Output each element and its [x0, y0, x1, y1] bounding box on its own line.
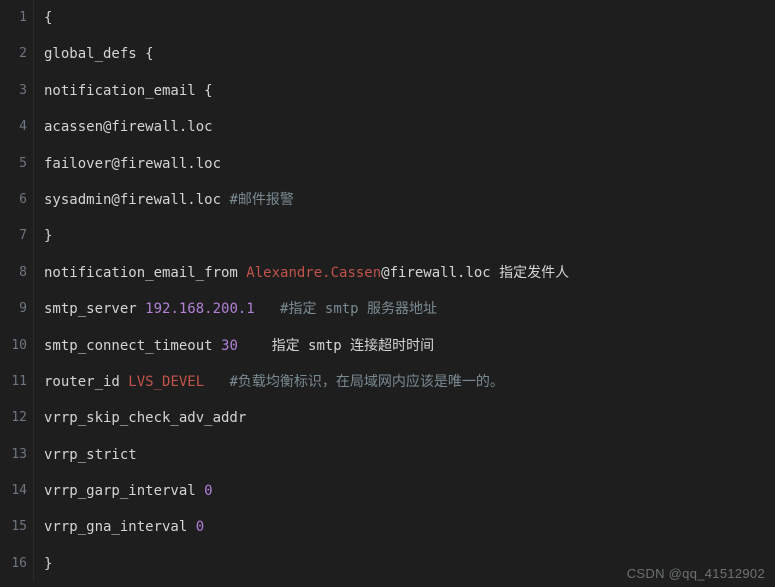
code-content[interactable]: } [34, 218, 52, 254]
token: } [44, 556, 52, 572]
token: 指定 smtp 连接超时时间 [238, 338, 434, 354]
code-content[interactable]: router_id LVS_DEVEL #负载均衡标识，在局域网内应该是唯一的。 [34, 364, 504, 400]
code-line[interactable]: 3 notification_email { [0, 73, 775, 109]
code-content[interactable]: vrrp_gna_interval 0 [34, 509, 204, 545]
token: notification_email { [44, 83, 213, 99]
token: failover@firewall.loc [44, 156, 221, 172]
line-number: 7 [0, 218, 34, 254]
token: vrrp_skip_check_adv_addr [44, 410, 246, 426]
line-number: 14 [0, 473, 34, 509]
token: smtp_server [44, 301, 145, 317]
code-line[interactable]: 5 failover@firewall.loc [0, 146, 775, 182]
code-line[interactable]: 12 vrrp_skip_check_adv_addr [0, 400, 775, 436]
code-content[interactable]: notification_email_from Alexandre.Cassen… [34, 255, 569, 291]
code-content[interactable]: vrrp_garp_interval 0 [34, 473, 213, 509]
token: #邮件报警 [229, 192, 293, 208]
code-line[interactable]: 9smtp_server 192.168.200.1 #指定 smtp 服务器地… [0, 291, 775, 327]
token: 0 [204, 483, 212, 499]
token: 192.168.200.1 [145, 301, 255, 317]
token: Alexandre.Cassen [246, 265, 381, 281]
token: vrrp_strict [44, 447, 137, 463]
code-content[interactable]: } [34, 546, 52, 582]
token: { [44, 10, 52, 26]
line-number: 16 [0, 546, 34, 582]
code-line[interactable]: 11router_id LVS_DEVEL #负载均衡标识，在局域网内应该是唯一… [0, 364, 775, 400]
token: 0 [196, 519, 204, 535]
token: @firewall.loc 指定发件人 [381, 265, 569, 281]
watermark: CSDN @qq_41512902 [627, 566, 765, 581]
code-content[interactable]: smtp_connect_timeout 30 指定 smtp 连接超时时间 [34, 328, 434, 364]
code-line[interactable]: 2 global_defs { [0, 36, 775, 72]
code-line[interactable]: 13 vrrp_strict [0, 437, 775, 473]
line-number: 2 [0, 36, 34, 72]
code-line[interactable]: 1{ [0, 0, 775, 36]
code-content[interactable]: vrrp_strict [34, 437, 137, 473]
code-content[interactable]: { [34, 0, 52, 36]
code-line[interactable]: 15vrrp_gna_interval 0 [0, 509, 775, 545]
code-content[interactable]: vrrp_skip_check_adv_addr [34, 400, 246, 436]
line-number: 4 [0, 109, 34, 145]
token: LVS_DEVEL [128, 374, 204, 390]
line-number: 9 [0, 291, 34, 327]
token: sysadmin@firewall.loc [44, 192, 229, 208]
line-number: 12 [0, 400, 34, 436]
code-line[interactable]: 10smtp_connect_timeout 30 指定 smtp 连接超时时间 [0, 328, 775, 364]
line-number: 10 [0, 328, 34, 364]
token: global_defs { [44, 46, 154, 62]
line-number: 1 [0, 0, 34, 36]
code-editor[interactable]: 1{2global_defs {3notification_email {4ac… [0, 0, 775, 587]
code-line[interactable]: 7} [0, 218, 775, 254]
token: #负载均衡标识，在局域网内应该是唯一的。 [229, 374, 503, 390]
code-content[interactable]: smtp_server 192.168.200.1 #指定 smtp 服务器地址 [34, 291, 437, 327]
token: smtp_connect_timeout [44, 338, 221, 354]
line-number: 6 [0, 182, 34, 218]
code-line[interactable]: 14vrrp_garp_interval 0 [0, 473, 775, 509]
token: } [44, 228, 52, 244]
line-number: 3 [0, 73, 34, 109]
token: acassen@firewall.loc [44, 119, 213, 135]
token [255, 301, 280, 317]
token: 30 [221, 338, 238, 354]
token: vrrp_gna_interval [44, 519, 196, 535]
code-line[interactable]: 8notification_email_from Alexandre.Casse… [0, 255, 775, 291]
token: #指定 smtp 服务器地址 [280, 301, 437, 317]
code-content[interactable]: global_defs { [34, 36, 154, 72]
code-line[interactable]: 4 acassen@firewall.loc [0, 109, 775, 145]
token: vrrp_garp_interval [44, 483, 204, 499]
token: router_id [44, 374, 128, 390]
line-number: 5 [0, 146, 34, 182]
token: notification_email_from [44, 265, 246, 281]
token [204, 374, 229, 390]
line-number: 13 [0, 437, 34, 473]
code-line[interactable]: 6sysadmin@firewall.loc #邮件报警 [0, 182, 775, 218]
line-number: 15 [0, 509, 34, 545]
code-content[interactable]: failover@firewall.loc [34, 146, 221, 182]
code-content[interactable]: notification_email { [34, 73, 213, 109]
code-content[interactable]: sysadmin@firewall.loc #邮件报警 [34, 182, 294, 218]
line-number: 8 [0, 255, 34, 291]
line-number: 11 [0, 364, 34, 400]
code-content[interactable]: acassen@firewall.loc [34, 109, 213, 145]
